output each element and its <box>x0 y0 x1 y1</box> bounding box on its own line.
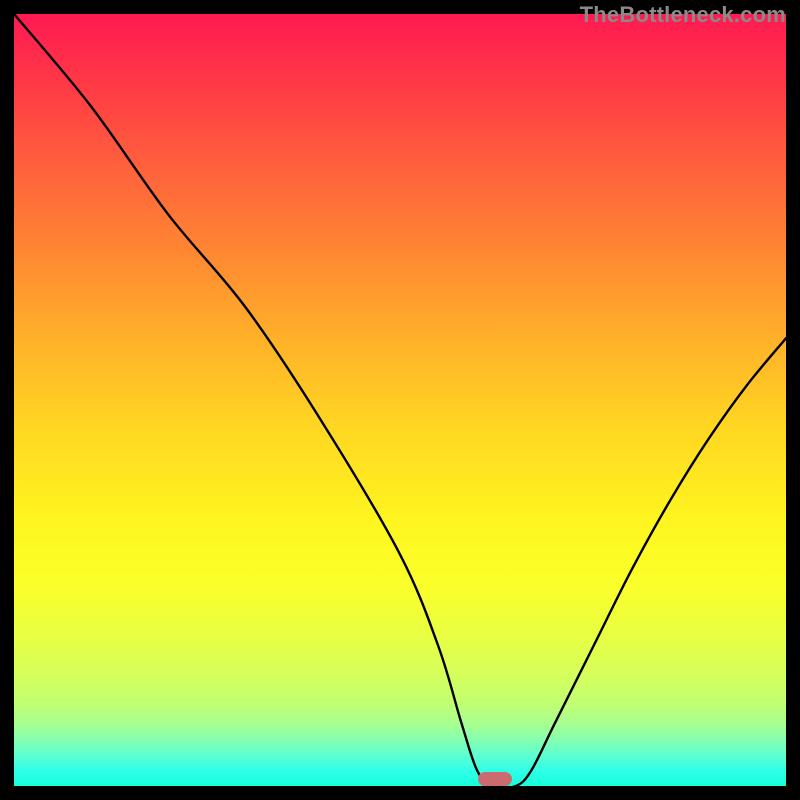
valley-marker <box>478 772 512 786</box>
bottleneck-curve <box>14 14 786 786</box>
watermark-text: TheBottleneck.com <box>580 2 786 28</box>
chart-frame: TheBottleneck.com <box>0 0 800 800</box>
plot-area <box>14 14 786 786</box>
